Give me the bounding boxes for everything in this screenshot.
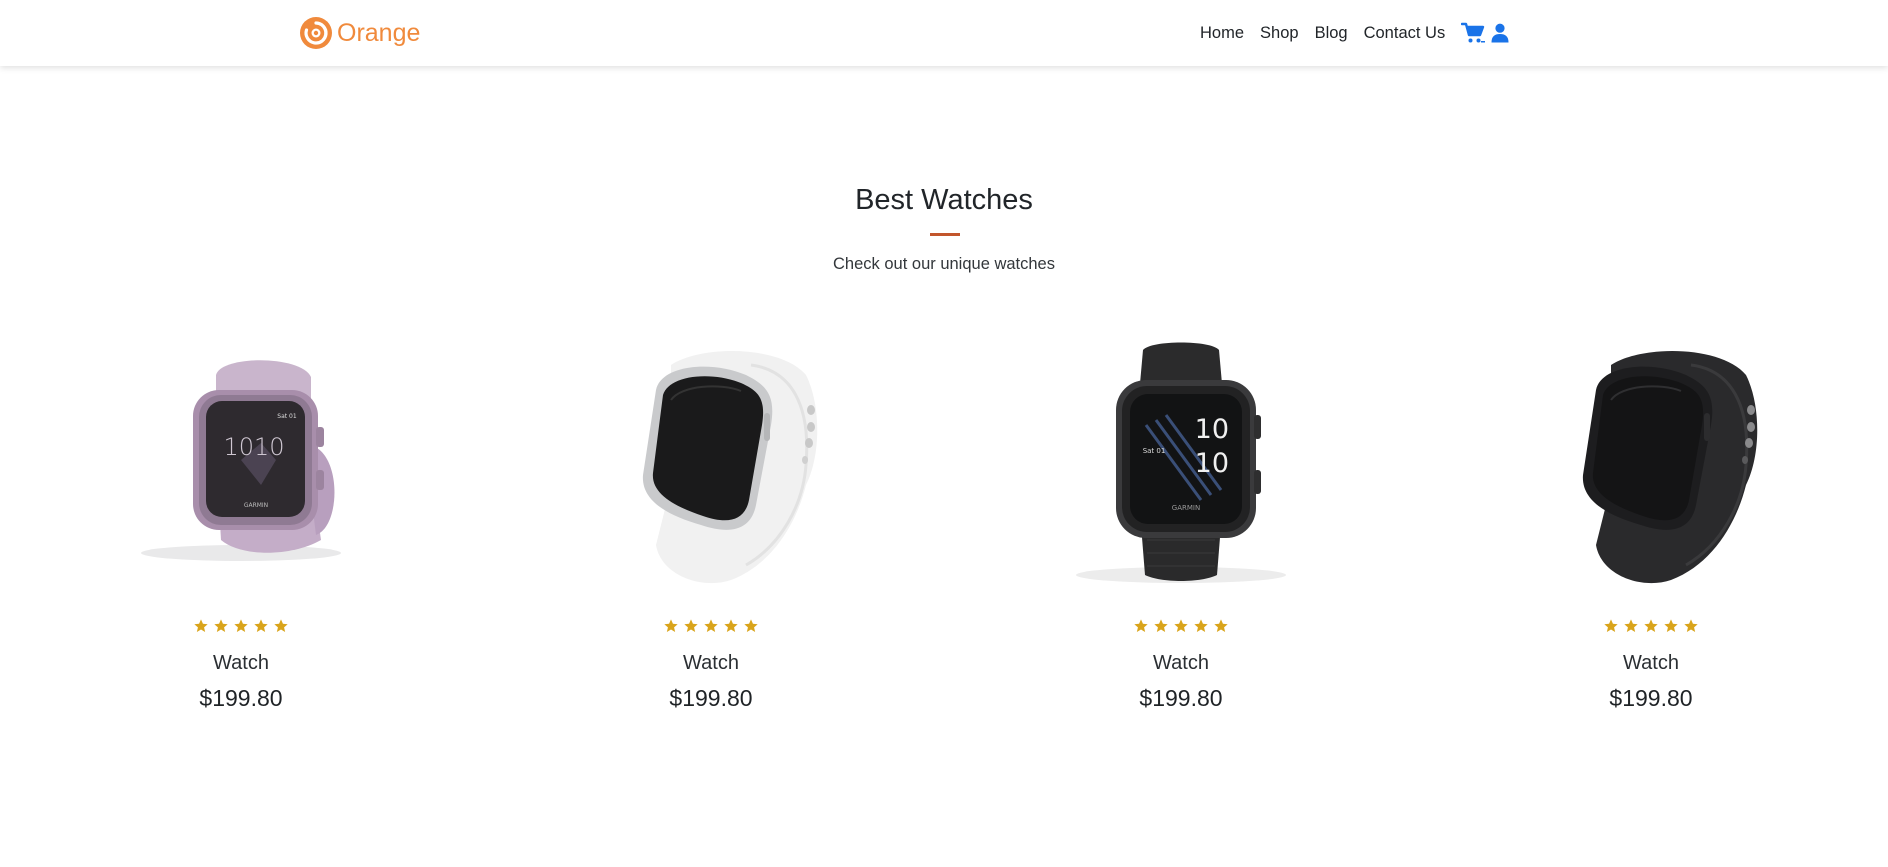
- star-icon: [1193, 618, 1209, 634]
- svg-text:GARMIN: GARMIN: [244, 502, 268, 509]
- product-price: $199.80: [199, 685, 283, 711]
- nav-link-contact-us[interactable]: Contact Us: [1364, 24, 1446, 43]
- star-icon: [213, 618, 229, 634]
- lilac-smartwatch-image[interactable]: 1010 Sat 01 GARMIN: [111, 335, 371, 595]
- svg-text:10: 10: [1195, 448, 1229, 479]
- cart-icon[interactable]: [1461, 22, 1486, 44]
- product-card[interactable]: 1010 Sat 01 GARMIN Watch $199.80: [91, 335, 391, 725]
- star-icon: [1663, 618, 1679, 634]
- brand-name: Orange: [337, 18, 421, 47]
- star-icon: [723, 618, 739, 634]
- star-icon: [193, 618, 209, 634]
- star-icon: [1133, 618, 1149, 634]
- star-icon: [703, 618, 719, 634]
- star-icon: [743, 618, 759, 634]
- star-icon: [1623, 618, 1639, 634]
- nav-link-home[interactable]: Home: [1200, 24, 1244, 43]
- nav-link-blog[interactable]: Blog: [1315, 24, 1348, 43]
- product-name[interactable]: Watch: [91, 652, 391, 675]
- product-name[interactable]: Watch: [1501, 652, 1801, 675]
- product-price: $199.80: [1139, 685, 1223, 711]
- star-icon: [1213, 618, 1229, 634]
- svg-text:10: 10: [1195, 414, 1229, 445]
- white-smartwatch-image[interactable]: [581, 335, 841, 595]
- star-icon: [233, 618, 249, 634]
- user-icon[interactable]: [1491, 23, 1509, 43]
- star-icon: [1173, 618, 1189, 634]
- navbar: Orange Home Shop Blog Contact Us: [0, 0, 1888, 66]
- star-icon: [683, 618, 699, 634]
- svg-text:Sat 01: Sat 01: [277, 413, 297, 420]
- product-price: $199.80: [1609, 685, 1693, 711]
- orange-logo-icon: [298, 15, 334, 51]
- star-rating: [1501, 618, 1801, 634]
- product-card[interactable]: Watch $199.80: [1501, 335, 1801, 725]
- product-card[interactable]: Watch $199.80: [561, 335, 861, 725]
- svg-text:Sat 01: Sat 01: [1143, 447, 1166, 455]
- star-icon: [273, 618, 289, 634]
- product-price: $199.80: [669, 685, 753, 711]
- star-icon: [1683, 618, 1699, 634]
- svg-text:GARMIN: GARMIN: [1172, 504, 1200, 512]
- brand-logo-link[interactable]: Orange: [298, 15, 420, 51]
- title-underline: [930, 233, 960, 236]
- star-icon: [1153, 618, 1169, 634]
- section-title: Best Watches: [855, 184, 1033, 216]
- black-smartwatch-front-image[interactable]: 10 10 Sat 01 GARMIN: [1051, 335, 1311, 595]
- product-card[interactable]: 10 10 Sat 01 GARMIN Watch $199.80: [1031, 335, 1331, 725]
- product-name[interactable]: Watch: [561, 652, 861, 675]
- main-navigation: Home Shop Blog Contact Us: [1200, 20, 1888, 46]
- star-icon: [663, 618, 679, 634]
- black-smartwatch-angled-image[interactable]: [1521, 335, 1781, 595]
- star-icon: [1603, 618, 1619, 634]
- star-rating: [91, 618, 391, 634]
- svg-text:1010: 1010: [223, 433, 284, 461]
- star-rating: [1031, 618, 1331, 634]
- star-icon: [253, 618, 269, 634]
- nav-link-shop[interactable]: Shop: [1260, 24, 1299, 43]
- product-name[interactable]: Watch: [1031, 652, 1331, 675]
- section-subtitle: Check out our unique watches: [833, 255, 1055, 273]
- star-icon: [1643, 618, 1659, 634]
- star-rating: [561, 618, 861, 634]
